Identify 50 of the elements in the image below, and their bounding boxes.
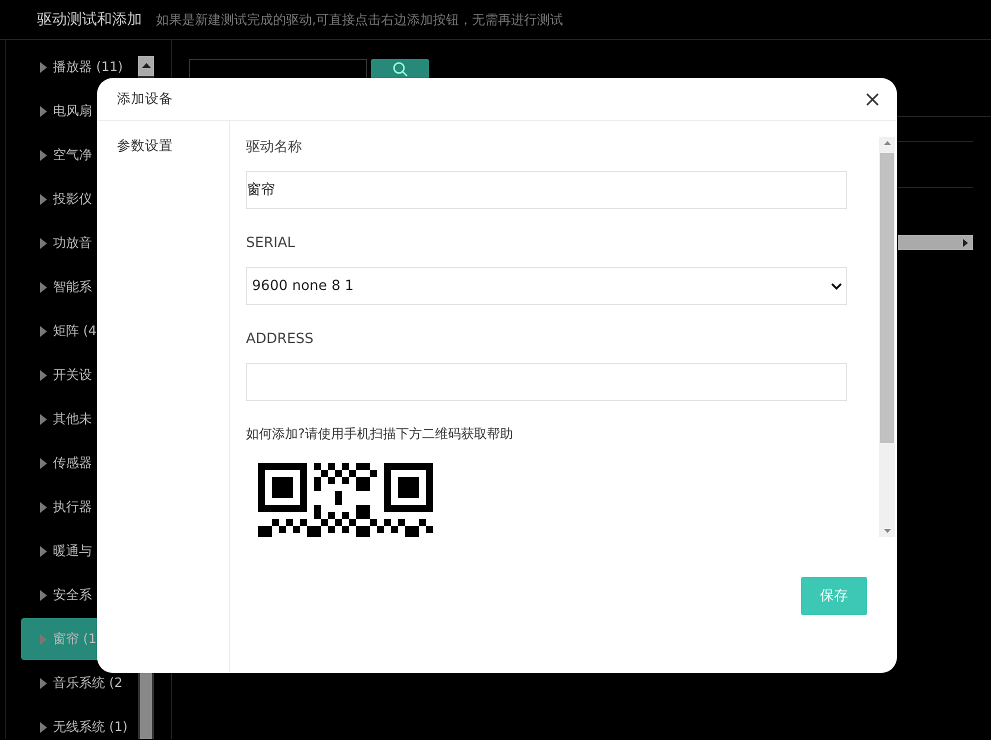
expand-arrow-icon (40, 678, 47, 688)
expand-arrow-icon (40, 370, 47, 380)
expand-arrow-icon (40, 282, 47, 292)
page-subtitle: 如果是新建测试完成的驱动,可直接点击右边添加按钮，无需再进行测试 (156, 12, 564, 28)
category-item[interactable]: 矩阵 (4 (21, 310, 161, 352)
expand-arrow-icon (40, 722, 47, 732)
dialog-title: 添加设备 (117, 90, 173, 108)
scroll-up-icon[interactable] (884, 141, 890, 145)
settings-tab[interactable]: 参数设置 (97, 137, 229, 155)
scroll-right-icon[interactable] (963, 238, 968, 246)
scroll-down-icon[interactable] (884, 529, 890, 533)
category-item[interactable]: 其他未 (21, 398, 161, 440)
expand-arrow-icon (40, 590, 47, 600)
expand-arrow-icon (40, 150, 47, 160)
close-icon[interactable] (866, 92, 879, 106)
expand-arrow-icon (40, 414, 47, 424)
field-label: 驱动名称 (246, 138, 303, 157)
help-text: 如何添加?请使用手机扫描下方二维码获取帮助 (246, 426, 514, 443)
category-item[interactable]: 执行器 (21, 486, 161, 528)
search-icon (392, 61, 408, 77)
input-field[interactable] (246, 363, 847, 401)
category-item[interactable]: 无线系统 (1) (21, 706, 161, 740)
category-item[interactable]: 开关设 (21, 354, 161, 396)
scrollbar[interactable] (879, 137, 895, 537)
page-title: 驱动测试和添加 (37, 10, 142, 29)
serial-dropdown[interactable]: 9600 none 8 1 (246, 267, 847, 305)
expand-arrow-icon (40, 238, 47, 248)
expand-arrow-icon (40, 458, 47, 468)
expand-arrow-icon (40, 62, 47, 72)
expand-arrow-icon (40, 194, 47, 204)
category-item[interactable]: 传感器 (21, 442, 161, 484)
input-field[interactable]: 窗帘 (246, 171, 847, 209)
expand-arrow-icon (40, 634, 47, 644)
category-item[interactable]: 音乐系统 (2 (21, 662, 161, 704)
expand-arrow-icon (40, 326, 47, 336)
chevron-down-icon (831, 282, 842, 290)
field-label: ADDRESS (246, 330, 314, 349)
expand-arrow-icon (40, 106, 47, 116)
category-item[interactable]: 智能系 (21, 266, 161, 308)
category-item[interactable]: 投影仪 (21, 178, 161, 220)
field-label: SERIAL (246, 234, 296, 253)
category-item[interactable]: 功放音 (21, 222, 161, 264)
scrollbar-thumb[interactable] (880, 153, 894, 443)
expand-arrow-icon (40, 546, 47, 556)
scroll-up-icon[interactable] (142, 63, 150, 68)
category-item[interactable]: 暖通与 (21, 530, 161, 572)
category-item[interactable]: 播放器 (11) (21, 46, 161, 88)
expand-arrow-icon (40, 502, 47, 512)
category-item[interactable]: 安全系 (21, 574, 161, 616)
horizontal-scrollbar[interactable] (898, 235, 973, 250)
